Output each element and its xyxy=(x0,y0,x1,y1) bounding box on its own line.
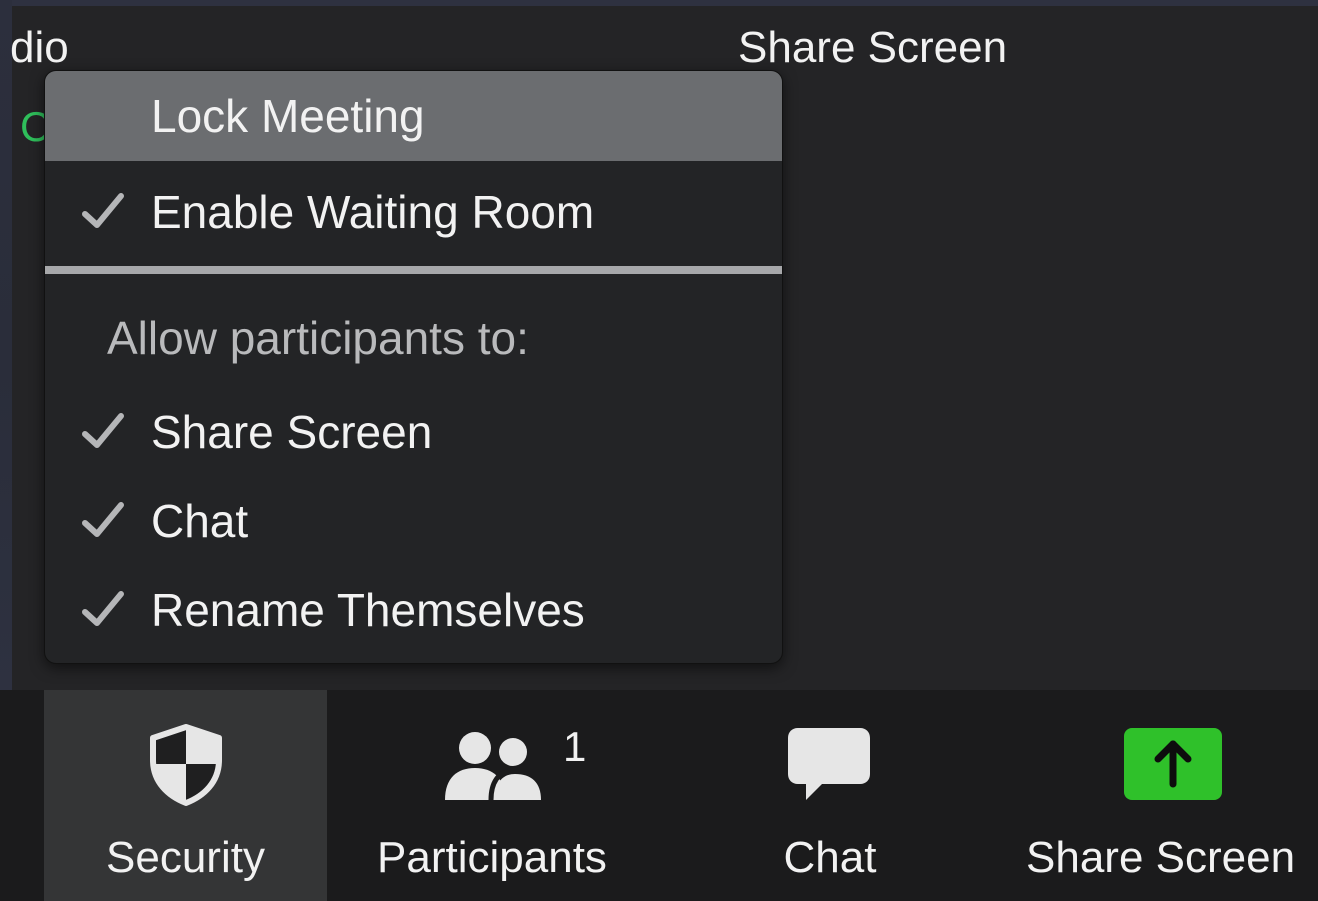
audio-label-fragment: dio xyxy=(10,23,69,72)
menu-item-lock-meeting[interactable]: Lock Meeting xyxy=(45,71,782,161)
checkmark-icon xyxy=(82,193,124,228)
checkmark-icon xyxy=(82,413,124,448)
menu-section-title: Allow participants to: xyxy=(107,312,529,364)
meeting-toolbar: Security 1 Participants Chat Share Scree… xyxy=(0,690,1318,901)
chat-button[interactable]: Chat xyxy=(700,690,960,901)
chat-bubble-icon xyxy=(788,728,870,800)
menu-item-label: Share Screen xyxy=(151,406,433,458)
security-label: Security xyxy=(106,833,265,882)
menu-item-label: Enable Waiting Room xyxy=(151,186,595,238)
menu-item-label: Rename Themselves xyxy=(151,584,585,636)
share-screen-button[interactable]: Share Screen xyxy=(1010,690,1318,901)
checkmark-icon xyxy=(82,502,124,537)
shield-icon xyxy=(150,724,222,806)
security-button[interactable]: Security xyxy=(44,690,327,901)
menu-separator xyxy=(45,266,782,274)
security-menu: Lock Meeting Enable Waiting Room Allow p… xyxy=(44,70,783,664)
share-screen-arrow-icon xyxy=(1124,728,1222,800)
share-screen-top-label[interactable]: Share Screen xyxy=(738,26,1007,70)
checkmark-icon xyxy=(82,591,124,626)
chat-label: Chat xyxy=(783,833,877,882)
window-top-edge xyxy=(0,0,1318,6)
menu-item-label: Chat xyxy=(151,495,249,547)
zoom-meeting-window: dio Share Screen C Lock Meeting Enable W… xyxy=(0,0,1318,901)
menu-item-share-screen[interactable]: Share Screen xyxy=(45,387,782,477)
participants-label: Participants xyxy=(377,833,607,882)
menu-item-chat[interactable]: Chat xyxy=(45,476,782,566)
participants-button[interactable]: 1 Participants xyxy=(327,690,657,901)
participants-icon xyxy=(445,732,541,801)
menu-item-label: Lock Meeting xyxy=(151,90,425,142)
menu-item-enable-waiting-room[interactable]: Enable Waiting Room xyxy=(45,167,782,257)
participants-count-badge: 1 xyxy=(563,723,587,770)
share-screen-label: Share Screen xyxy=(1026,833,1296,882)
menu-item-rename-themselves[interactable]: Rename Themselves xyxy=(45,565,782,655)
